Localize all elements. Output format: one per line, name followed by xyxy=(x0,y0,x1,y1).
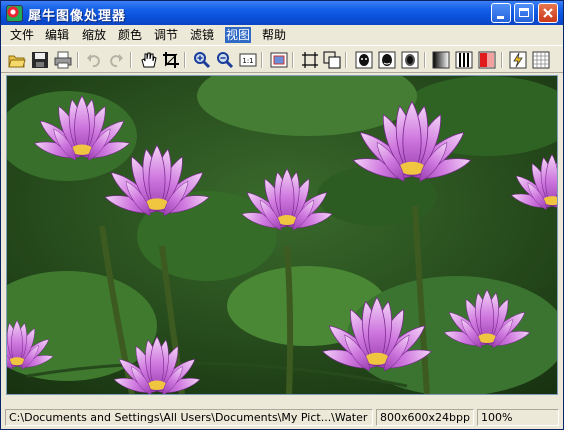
resize-icon[interactable] xyxy=(323,51,341,69)
toolbar-separator xyxy=(261,52,263,68)
toolbar-separator xyxy=(345,52,347,68)
toolbar-separator xyxy=(130,52,132,68)
undo-icon[interactable] xyxy=(85,51,103,69)
grayscale-icon[interactable] xyxy=(432,51,450,69)
actual-size-icon[interactable]: 1:1 xyxy=(239,51,257,69)
sharpen-icon[interactable] xyxy=(509,51,527,69)
window-title: 犀牛图像处理器 xyxy=(28,9,127,24)
maximize-icon xyxy=(519,8,529,17)
channels-icon[interactable] xyxy=(455,51,473,69)
menu-bar: 文件 编辑 缩放 颜色 调节 滤镜 视图 帮助 xyxy=(1,25,563,45)
zoom-out-icon[interactable] xyxy=(216,51,234,69)
status-zoom-level: 100% xyxy=(477,409,559,426)
effect-mask-2-icon[interactable] xyxy=(378,51,396,69)
open-folder-icon[interactable] xyxy=(8,51,26,69)
toolbar-separator xyxy=(292,52,294,68)
menu-help[interactable]: 帮助 xyxy=(262,27,286,43)
menu-color[interactable]: 颜色 xyxy=(118,27,142,43)
menu-filter[interactable]: 滤镜 xyxy=(190,27,214,43)
title-bar[interactable]: 犀牛图像处理器 xyxy=(1,1,563,25)
zoom-in-icon[interactable] xyxy=(193,51,211,69)
fit-window-icon[interactable] xyxy=(270,51,288,69)
app-window: 犀牛图像处理器 文件 编辑 缩放 颜色 调节 滤镜 视图 帮助 1:1 C:\D… xyxy=(0,0,564,430)
minimize-button[interactable] xyxy=(491,3,511,23)
water-lily-photo xyxy=(7,76,557,394)
maximize-button[interactable] xyxy=(514,3,534,23)
hand-pan-icon[interactable] xyxy=(139,51,157,69)
toolbar-separator xyxy=(184,52,186,68)
toolbar: 1:1 xyxy=(1,45,563,73)
select-icon[interactable] xyxy=(301,51,319,69)
menu-zoom[interactable]: 缩放 xyxy=(82,27,106,43)
menu-file[interactable]: 文件 xyxy=(10,27,34,43)
effect-mask-3-icon[interactable] xyxy=(401,51,419,69)
image-canvas[interactable] xyxy=(6,75,558,395)
close-icon xyxy=(543,8,553,18)
crop-icon[interactable] xyxy=(162,51,180,69)
menu-adjust[interactable]: 调节 xyxy=(154,27,178,43)
save-icon[interactable] xyxy=(31,51,49,69)
toolbar-separator xyxy=(501,52,503,68)
toolbar-separator xyxy=(424,52,426,68)
menu-view[interactable]: 视图 xyxy=(225,27,252,43)
close-button[interactable] xyxy=(538,3,558,23)
effect-mask-1-icon[interactable] xyxy=(355,51,373,69)
print-icon[interactable] xyxy=(54,51,72,69)
minimize-icon xyxy=(497,16,504,19)
color-balance-icon[interactable] xyxy=(478,51,496,69)
status-bar: C:\Documents and Settings\All Users\Docu… xyxy=(1,406,563,429)
svg-text:1:1: 1:1 xyxy=(242,57,253,65)
app-icon[interactable] xyxy=(6,5,23,22)
menu-edit[interactable]: 编辑 xyxy=(45,27,69,43)
grid-icon[interactable] xyxy=(532,51,550,69)
status-image-size: 800x600x24bpp xyxy=(376,409,474,426)
toolbar-separator xyxy=(77,52,79,68)
redo-icon[interactable] xyxy=(107,51,125,69)
status-file-path: C:\Documents and Settings\All Users\Docu… xyxy=(5,409,373,426)
